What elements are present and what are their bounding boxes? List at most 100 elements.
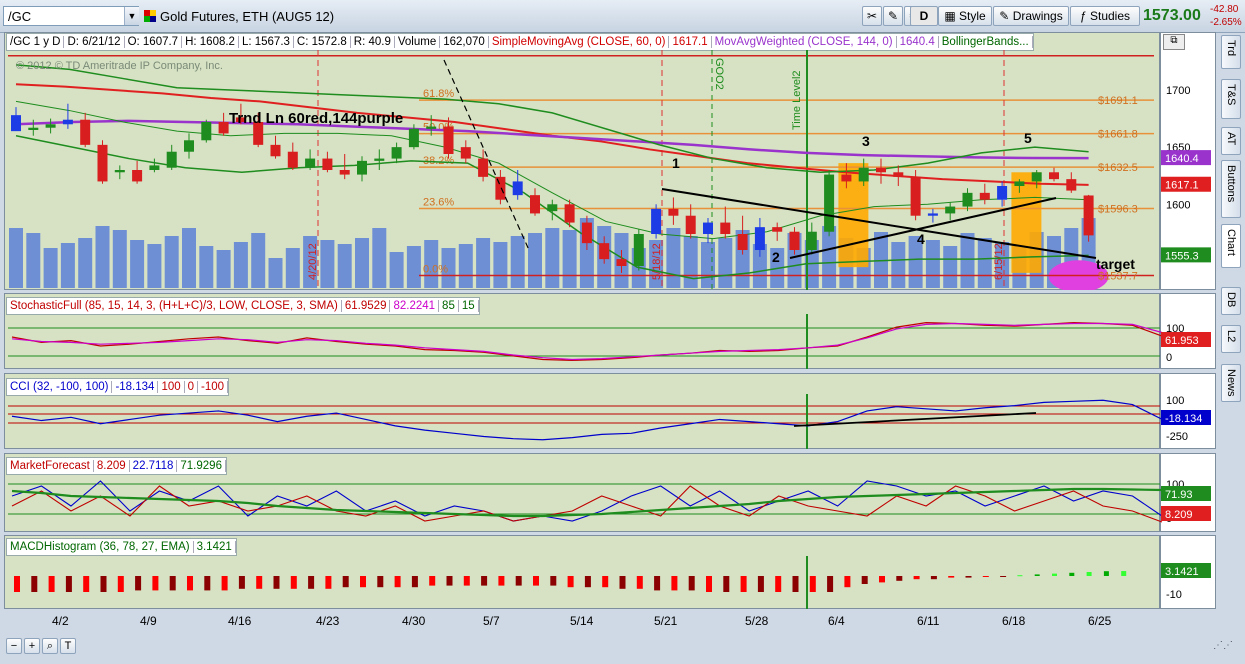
candle-body[interactable] xyxy=(1049,172,1059,180)
candle-body[interactable] xyxy=(633,234,644,266)
candle-body[interactable] xyxy=(910,176,921,216)
candle-body[interactable] xyxy=(1066,179,1077,191)
candle-body[interactable] xyxy=(564,204,575,223)
candle-body[interactable] xyxy=(201,122,212,141)
zoom-out-button[interactable]: − xyxy=(6,638,22,654)
candle-body[interactable] xyxy=(599,243,610,260)
tab-chart[interactable]: Chart xyxy=(1221,224,1241,268)
zoom-in-button[interactable]: + xyxy=(24,638,40,654)
candle-body[interactable] xyxy=(512,181,523,196)
chart-settings-button[interactable]: ⧉ xyxy=(1163,34,1185,50)
crosshair-tool-button[interactable]: ✂ xyxy=(862,6,882,26)
cci-axis-label: 100 xyxy=(1166,395,1184,407)
candle-body[interactable] xyxy=(530,195,540,214)
annotation-text[interactable]: Trnd Ln 60red,144purple xyxy=(229,110,403,127)
candle-body[interactable] xyxy=(62,119,73,125)
candle-body[interactable] xyxy=(357,160,367,175)
date-axis-label: 4/30 xyxy=(402,614,426,628)
candle-body[interactable] xyxy=(149,165,160,170)
tab-l2[interactable]: L2 xyxy=(1221,325,1241,353)
symbol-dropdown-button[interactable]: ▼ xyxy=(124,7,139,25)
candle-body[interactable] xyxy=(997,186,1008,200)
stoch_panel-header-field: 85 xyxy=(439,300,459,312)
candle-body[interactable] xyxy=(443,126,454,154)
candle-body[interactable] xyxy=(132,170,143,182)
text-tool-button[interactable]: T xyxy=(60,638,76,654)
candle-body[interactable] xyxy=(270,144,281,157)
candle-body[interactable] xyxy=(114,170,125,173)
candle-body[interactable] xyxy=(391,147,402,159)
candle-body[interactable] xyxy=(322,158,333,170)
candle-body[interactable] xyxy=(547,204,558,212)
candle-body[interactable] xyxy=(11,115,21,132)
tab-news[interactable]: News xyxy=(1221,364,1241,402)
candle-body[interactable] xyxy=(339,170,350,175)
candle-body[interactable] xyxy=(841,174,852,182)
candle-body[interactable] xyxy=(720,222,731,234)
tab-buttons[interactable]: Buttons xyxy=(1221,160,1241,218)
candle-body[interactable] xyxy=(218,122,229,134)
candle-body[interactable] xyxy=(184,140,194,152)
candle-body[interactable] xyxy=(374,158,385,161)
candle-body[interactable] xyxy=(737,234,748,250)
candle-body[interactable] xyxy=(876,167,886,173)
tab-trd[interactable]: Trd xyxy=(1221,35,1241,69)
wave-label: 5 xyxy=(1024,130,1032,146)
tab-at[interactable]: AT xyxy=(1221,127,1241,155)
style-button[interactable]: ▦ Style xyxy=(938,6,992,26)
candle-body[interactable] xyxy=(893,172,904,177)
candle-body[interactable] xyxy=(651,208,662,234)
candle-body[interactable] xyxy=(858,167,869,182)
candle-body[interactable] xyxy=(962,192,973,207)
symbol-text[interactable]: /GC xyxy=(8,9,31,24)
candle-body[interactable] xyxy=(1031,172,1042,182)
sma-line[interactable] xyxy=(15,83,1089,186)
candle-body[interactable] xyxy=(945,206,956,214)
volume-bar xyxy=(701,242,715,288)
candle-body[interactable] xyxy=(789,231,800,250)
candle-body[interactable] xyxy=(80,119,91,145)
candle-body[interactable] xyxy=(460,147,471,159)
candle-body[interactable] xyxy=(703,222,713,234)
magnifier-icon: ⌕ xyxy=(46,640,54,652)
candle-body[interactable] xyxy=(1014,181,1025,186)
tab-time-and-sales[interactable]: T&S xyxy=(1221,79,1241,119)
wma-line[interactable] xyxy=(15,119,1089,160)
candle-body[interactable] xyxy=(287,151,298,168)
candle-body[interactable] xyxy=(754,227,765,250)
tab-db[interactable]: DB xyxy=(1221,287,1241,315)
cci-trend-line[interactable] xyxy=(793,412,1037,427)
resize-grip-icon[interactable]: ⋰⋰ xyxy=(1213,640,1239,656)
candle-body[interactable] xyxy=(478,158,489,177)
date-axis[interactable]: 4/2 4/9 4/16 4/23 4/30 5/7 5/14 5/21 5/28 6/4 6/11… xyxy=(4,610,1160,632)
d-button[interactable]: D xyxy=(910,6,938,26)
studies-button[interactable]: ƒ Studies xyxy=(1070,6,1140,26)
candle-body[interactable] xyxy=(927,213,938,216)
candle-body[interactable] xyxy=(581,222,592,244)
candle-body[interactable] xyxy=(28,127,39,130)
stochastic-value-tag: 61.953 xyxy=(1165,335,1199,347)
drawings-button[interactable]: ✎ Drawings xyxy=(993,6,1069,26)
candle-body[interactable] xyxy=(305,158,316,168)
candle-body[interactable] xyxy=(979,192,990,200)
candle-body[interactable] xyxy=(97,144,108,182)
candle-body[interactable] xyxy=(426,126,437,129)
volume-bar xyxy=(233,242,248,288)
candle-body[interactable] xyxy=(668,208,679,216)
zoom-fit-button[interactable]: ⌕ xyxy=(42,638,58,654)
candle-body[interactable] xyxy=(408,128,419,148)
candle-body[interactable] xyxy=(45,124,56,128)
candle-body[interactable] xyxy=(1083,195,1094,236)
candle-body[interactable] xyxy=(616,259,627,266)
trend-line[interactable] xyxy=(443,59,530,251)
volume-bar xyxy=(925,240,940,288)
candle-body[interactable] xyxy=(824,174,835,232)
candle-body[interactable] xyxy=(166,151,177,168)
link-tool-button[interactable]: ✎ xyxy=(883,6,903,26)
candle-body[interactable] xyxy=(806,231,817,250)
candle-body[interactable] xyxy=(685,215,696,234)
macd-bar xyxy=(930,576,937,580)
candle-body[interactable] xyxy=(772,227,783,232)
candle-body[interactable] xyxy=(495,176,506,200)
price-chart[interactable]: 61.8%$1691.150.0%$1661.838.2%$1632.523.6… xyxy=(4,50,1216,290)
